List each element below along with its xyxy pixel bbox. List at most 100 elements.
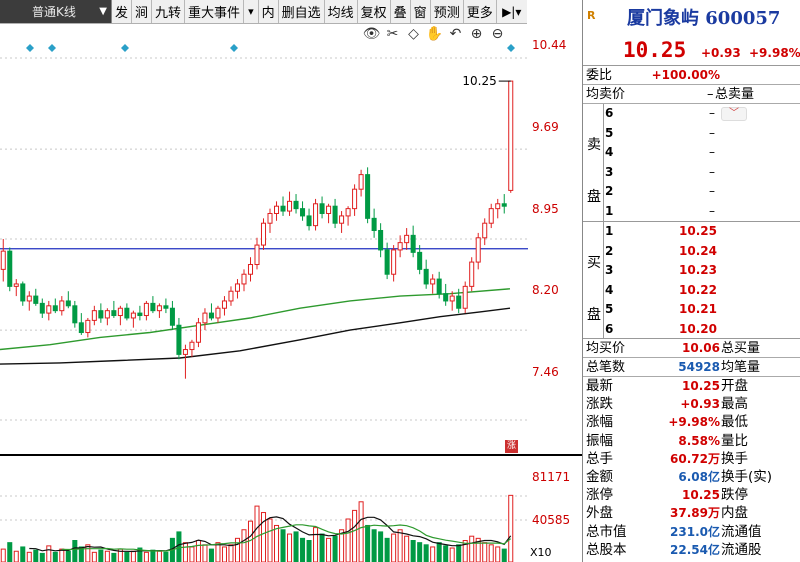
- buy-level-row[interactable]: 3 10.23: [605, 261, 795, 281]
- volume-bar: [456, 544, 462, 562]
- volume-bar: [306, 540, 312, 562]
- candle-body: [124, 307, 130, 319]
- sell-level-row[interactable]: 4–: [605, 143, 795, 163]
- volume-bar: [501, 548, 507, 562]
- volume-bar: [228, 544, 234, 562]
- tb-fa-button[interactable]: 发: [112, 0, 133, 23]
- stat-value: +9.98%: [668, 415, 720, 430]
- tb-window-button[interactable]: 窗: [411, 0, 431, 23]
- volume-bar: [430, 546, 436, 562]
- volume-bar: [287, 533, 293, 562]
- price-row: 10.25 +0.93 +9.98%: [583, 38, 800, 66]
- sell-book: 卖 盘 ﹀ 6–5–4–3–2–1–: [583, 104, 800, 222]
- tb-adjust-button[interactable]: 复权: [358, 0, 391, 23]
- candle-body: [221, 300, 227, 309]
- tb-events-dropdown[interactable]: ▾: [244, 0, 259, 23]
- candle-body: [287, 200, 293, 212]
- avg-sell-row: 均卖价 – 总卖量: [583, 85, 800, 104]
- volume-bar: [72, 540, 78, 562]
- volume-bar: [111, 552, 117, 562]
- level-volume: –: [709, 125, 715, 140]
- kline-mode-select[interactable]: 普通K线 ▼: [0, 0, 112, 23]
- stat-value: 6.08亿: [678, 469, 720, 484]
- buy-book: 买 盘 1 10.25 2 10.24 3 10.23 4 10.22 5 10.21 6 10.20: [583, 222, 800, 339]
- buy-level-row[interactable]: 6 10.20: [605, 320, 795, 340]
- volume-bar: [254, 505, 260, 562]
- volume-bar: [46, 545, 52, 562]
- sell-level-row[interactable]: 1–: [605, 202, 795, 222]
- volume-bar: [98, 549, 104, 562]
- stat-row: 涨停 10.25 跌停: [583, 486, 800, 504]
- sell-level-row[interactable]: 2–: [605, 182, 795, 202]
- candle-body: [72, 305, 78, 324]
- candle-body: [371, 217, 377, 231]
- candle-body: [13, 283, 19, 287]
- tb-nei-button[interactable]: 内: [259, 0, 279, 23]
- candle-body: [339, 215, 345, 224]
- candle-body: [215, 307, 221, 319]
- tb-jiuzhuan-button[interactable]: 九转: [152, 0, 186, 23]
- tb-forecast-button[interactable]: 预测: [431, 0, 464, 23]
- stat-value: 8.58%: [678, 433, 720, 448]
- volume-bar: [417, 542, 423, 562]
- sell-level-row[interactable]: 5–: [605, 124, 795, 144]
- tb-ma-button[interactable]: 均线: [325, 0, 358, 23]
- candle-body: [417, 251, 423, 270]
- stat-label-2: 跌停: [721, 487, 748, 504]
- candle-body: [358, 174, 364, 190]
- buy-level-row[interactable]: 5 10.21: [605, 300, 795, 320]
- buy-level-row[interactable]: 4 10.22: [605, 281, 795, 301]
- stat-value: +0.93: [680, 397, 720, 412]
- buy-level-row[interactable]: 2 10.24: [605, 242, 795, 262]
- candle-body: [501, 203, 507, 207]
- price-tick: 10.44: [532, 38, 567, 52]
- candle-body: [39, 302, 45, 314]
- stat-label: 涨跌: [586, 396, 613, 413]
- volume-bar: [59, 548, 65, 562]
- volume-bar: [410, 540, 416, 562]
- stat-row: 最新 10.25 开盘: [583, 377, 800, 395]
- event-marker-icon: [230, 44, 238, 52]
- volume-bar: [182, 542, 188, 562]
- volume-bar: [202, 544, 208, 562]
- volume-chart[interactable]: [0, 456, 528, 562]
- tb-jian-button[interactable]: 涧: [132, 0, 153, 23]
- stat-row: 涨幅 +9.98% 最低: [583, 413, 800, 431]
- candle-body: [7, 250, 13, 287]
- stat-label: 涨停: [586, 487, 613, 504]
- volume-bar: [104, 550, 110, 562]
- level-number: 3: [605, 164, 614, 179]
- volume-bar: [319, 533, 325, 562]
- logo-icon: R: [587, 9, 596, 22]
- sell-level-row[interactable]: 6–: [605, 104, 795, 124]
- tb-overlay-button[interactable]: 叠: [391, 0, 411, 23]
- kline-chart[interactable]: 10.25: [0, 24, 528, 454]
- volume-tick: 40585: [532, 513, 571, 527]
- tb-remove-watch-button[interactable]: 删自选: [279, 0, 325, 23]
- volume-bar: [208, 548, 214, 562]
- level-price: 10.25: [679, 224, 717, 238]
- rise-badge[interactable]: 涨: [505, 440, 518, 453]
- expand-panel-icon[interactable]: ▶|▾: [497, 0, 527, 23]
- last-price: 10.25: [623, 38, 687, 62]
- candle-body: [104, 310, 110, 319]
- volume-bar: [423, 544, 429, 562]
- volume-bar: [52, 551, 58, 562]
- stat-value: 10.25: [682, 488, 720, 503]
- tb-events-button[interactable]: 重大事件: [185, 0, 245, 23]
- candle-body: [352, 188, 358, 210]
- sell-level-row[interactable]: 3–: [605, 163, 795, 183]
- level-volume: –: [709, 184, 715, 198]
- candle-body: [274, 205, 280, 214]
- event-marker-icon: [121, 44, 129, 52]
- stock-name: 厦门象屿 600057: [627, 8, 781, 29]
- volume-bar: [293, 531, 299, 562]
- candle-body: [391, 249, 397, 275]
- volume-bar: [436, 542, 442, 562]
- volume-bar: [176, 531, 182, 562]
- tb-more-button[interactable]: 更多: [464, 0, 497, 23]
- volume-bar: [241, 529, 247, 562]
- buy-level-row[interactable]: 1 10.25: [605, 222, 795, 242]
- volume-bar: [91, 551, 97, 562]
- volume-bar: [7, 542, 13, 562]
